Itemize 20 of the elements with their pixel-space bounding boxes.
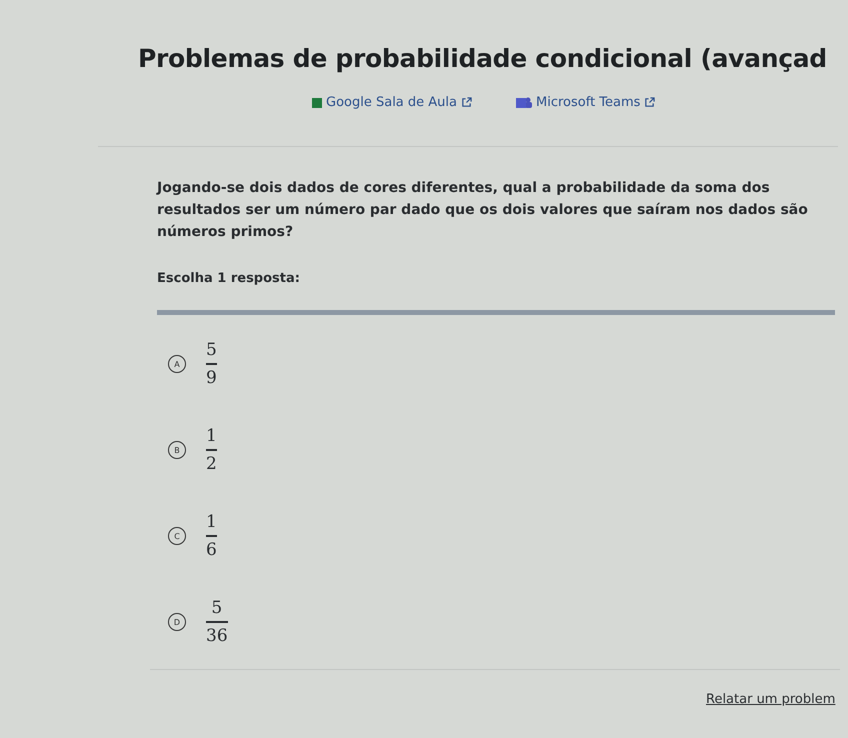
fraction: 1 2 <box>206 425 217 475</box>
answer-choice[interactable]: B 1 2 <box>157 407 835 493</box>
fraction: 5 36 <box>206 597 228 647</box>
answer-choice[interactable]: C 1 6 <box>157 493 835 579</box>
page-title: Problemas de probabilidade condicional (avançad <box>138 44 828 73</box>
answer-choice[interactable]: D 5 36 <box>157 579 835 665</box>
external-link-icon <box>644 97 656 108</box>
choice-letter: C <box>168 527 186 545</box>
share-link[interactable]: Google Sala de Aula <box>312 95 472 110</box>
answer-choice[interactable]: A 5 9 <box>157 321 835 407</box>
choice-letter: B <box>168 441 186 459</box>
external-link-icon <box>461 97 472 108</box>
choice-letter: D <box>168 613 186 631</box>
fraction: 5 9 <box>206 339 217 389</box>
question-text: Jogando-se dois dados de cores diferentes, qual a probabilidade da soma dos resultados ser um número par dado que os dois valores que saíram nos dados são números primos? <box>157 179 809 242</box>
instruction-text: Escolha 1 resposta: <box>157 271 301 286</box>
choice-letter: A <box>168 355 186 373</box>
fraction: 1 6 <box>206 511 217 561</box>
share-link[interactable]: Microsoft Teams <box>516 95 656 110</box>
report-link[interactable]: Relatar um problem <box>706 692 848 707</box>
